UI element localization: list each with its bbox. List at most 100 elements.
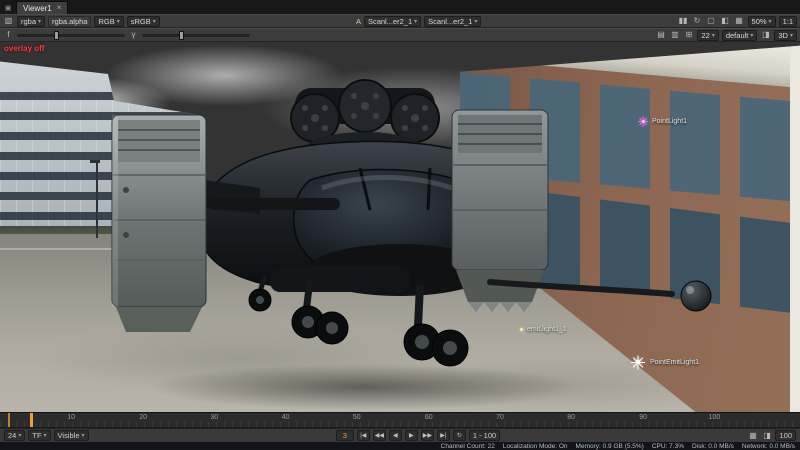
- input-b-value: Scanl...er2_1: [428, 17, 472, 26]
- gain-slider[interactable]: [17, 34, 125, 37]
- timeline-tick: 20: [139, 414, 147, 421]
- wipe-icon[interactable]: ◧: [720, 17, 731, 25]
- visibility-value: Visible: [58, 431, 80, 440]
- roi-icon[interactable]: ▢: [706, 17, 717, 25]
- light-label: PointLight1: [652, 118, 687, 125]
- layer-select-value: rgba: [21, 17, 36, 26]
- close-icon[interactable]: ×: [57, 4, 62, 12]
- downrez-select[interactable]: 22 ▾: [697, 30, 718, 41]
- grid-icon[interactable]: ⊞: [683, 31, 694, 39]
- prev-keyframe-button[interactable]: ◀◀: [373, 430, 386, 441]
- gamma-slider[interactable]: [142, 34, 250, 37]
- point-light-widget-2[interactable]: PointEmitLight1: [630, 354, 699, 370]
- chevron-down-icon: ▾: [153, 18, 156, 25]
- timeline-tick: 90: [639, 414, 647, 421]
- pane-menu-icon[interactable]: ▣: [2, 2, 14, 14]
- pixel-ratio-button[interactable]: 1:1: [779, 16, 797, 27]
- alpha-channel-value: rgba.alpha: [52, 17, 87, 26]
- emit-light-widget[interactable]: emit.light1_1: [520, 326, 567, 333]
- timeline-in-point[interactable]: [8, 413, 10, 427]
- timeline-filter-value: TF: [32, 431, 41, 440]
- playhead[interactable]: [30, 413, 33, 427]
- jump-end-button[interactable]: ▶|: [437, 430, 450, 441]
- frame-range-field[interactable]: 1 - 100: [469, 430, 500, 441]
- input-a-badge: A: [356, 17, 361, 26]
- chevron-down-icon: ▾: [38, 18, 41, 25]
- cache-amount-field[interactable]: 100: [775, 430, 796, 441]
- timeline-range-select[interactable]: TF ▾: [28, 430, 50, 441]
- chevron-down-icon: ▾: [712, 32, 715, 39]
- chevron-down-icon: ▾: [750, 32, 753, 39]
- status-localization: Localization Mode: On: [503, 443, 568, 450]
- fps-select[interactable]: 24 ▾: [4, 430, 25, 441]
- chevron-down-icon: ▾: [44, 432, 47, 439]
- gain-slider-handle[interactable]: [54, 31, 59, 40]
- jump-start-button[interactable]: |◀: [357, 430, 370, 441]
- overlay-status-flag: overlay off: [4, 44, 44, 53]
- fps-value: 24: [8, 431, 16, 440]
- gamma-icon[interactable]: γ: [128, 31, 139, 39]
- pod-bucket-teeth: [468, 302, 532, 312]
- checker-icon[interactable]: ▦: [747, 432, 758, 440]
- status-memory: Memory: 0.9 GB (5.5%): [576, 443, 644, 450]
- pixel-ratio-value: 1:1: [783, 17, 793, 26]
- tool-b-icon[interactable]: ◨: [760, 31, 771, 39]
- transport-bar: 24 ▾ TF ▾ Visible ▾ 3 |◀ ◀◀ ◀ ▶ ▶▶ ▶| ↻ …: [0, 428, 800, 442]
- gain-icon[interactable]: f: [3, 31, 14, 39]
- display-mode-select[interactable]: RGB ▾: [94, 16, 123, 27]
- right-building-pillar: [790, 42, 800, 412]
- chevron-down-icon: ▾: [82, 432, 85, 439]
- sun-light-icon: [630, 354, 646, 370]
- pause-icon[interactable]: ▮▮: [678, 17, 689, 25]
- probe-ball-highlight: [686, 286, 694, 294]
- colorspace-value: sRGB: [131, 17, 151, 26]
- helicopter-model: 477: [60, 60, 720, 412]
- alpha-channel-label[interactable]: rgba.alpha: [48, 16, 91, 27]
- chevron-down-icon: ▾: [474, 18, 477, 25]
- status-network: Network: 0.0 MB/s: [742, 443, 795, 450]
- emit-light-icon: [520, 328, 523, 331]
- refresh-icon[interactable]: ↻: [692, 17, 703, 25]
- zebra-icon[interactable]: ▥: [669, 31, 680, 39]
- checker-icon[interactable]: ▦: [734, 17, 745, 25]
- step-back-button[interactable]: ◀: [389, 430, 402, 441]
- view-mode-select[interactable]: 3D ▾: [774, 30, 797, 41]
- viewer-process-select[interactable]: default ▾: [722, 30, 758, 41]
- current-frame-field[interactable]: 3: [336, 430, 354, 441]
- timeline-ruler[interactable]: 10 20 30 40 50 60 70 80 90 100: [0, 412, 800, 428]
- downrez-value: 22: [701, 31, 709, 40]
- zoom-select[interactable]: 50% ▾: [748, 16, 776, 27]
- zoom-value: 50%: [752, 17, 767, 26]
- loop-mode-button[interactable]: ↻: [453, 430, 466, 441]
- point-light-widget-1[interactable]: PointLight1: [638, 116, 687, 126]
- histogram-icon[interactable]: ▤: [655, 31, 666, 39]
- input-b-select[interactable]: Scanl...er2_1 ▾: [424, 16, 481, 27]
- timeline-tick: 100: [709, 414, 721, 421]
- timeline-tick: 30: [210, 414, 218, 421]
- frame-range-value: 1 - 100: [473, 431, 496, 440]
- tool-b-icon[interactable]: ◨: [761, 432, 772, 440]
- nuke-viewer-window: ▣ Viewer1 × ▧ rgba ▾ rgba.alpha RGB ▾ sR…: [0, 0, 800, 450]
- viewer-toolbar-top: ▧ rgba ▾ rgba.alpha RGB ▾ sRGB ▾ A Scanl…: [0, 14, 800, 28]
- viewer-3d-viewport[interactable]: 477: [0, 42, 800, 412]
- chevron-down-icon: ▾: [117, 18, 120, 25]
- cache-amount-value: 100: [779, 431, 792, 440]
- timeline-tick: 60: [425, 414, 433, 421]
- colorspace-select[interactable]: sRGB ▾: [127, 16, 160, 27]
- timeline-tick: 80: [567, 414, 575, 421]
- visibility-select[interactable]: Visible ▾: [54, 430, 89, 441]
- belly-pod: [270, 266, 410, 292]
- gamma-slider-handle[interactable]: [179, 31, 184, 40]
- point-light-icon: [638, 116, 648, 126]
- next-keyframe-button[interactable]: ▶▶: [421, 430, 434, 441]
- layer-select[interactable]: rgba ▾: [17, 16, 45, 27]
- cannon-barrel: [208, 198, 340, 210]
- play-button[interactable]: ▶: [405, 430, 418, 441]
- light-label: emit.light1_1: [527, 326, 567, 333]
- status-disk: Disk: 0.0 MB/s: [692, 443, 734, 450]
- status-bar: Channel Count: 22 Localization Mode: On …: [0, 442, 800, 450]
- tab-viewer1[interactable]: Viewer1 ×: [16, 1, 68, 14]
- layer-menu-icon[interactable]: ▧: [3, 17, 14, 25]
- input-a-select[interactable]: Scanl...er2_1 ▾: [364, 16, 421, 27]
- viewer-process-value: default: [726, 31, 749, 40]
